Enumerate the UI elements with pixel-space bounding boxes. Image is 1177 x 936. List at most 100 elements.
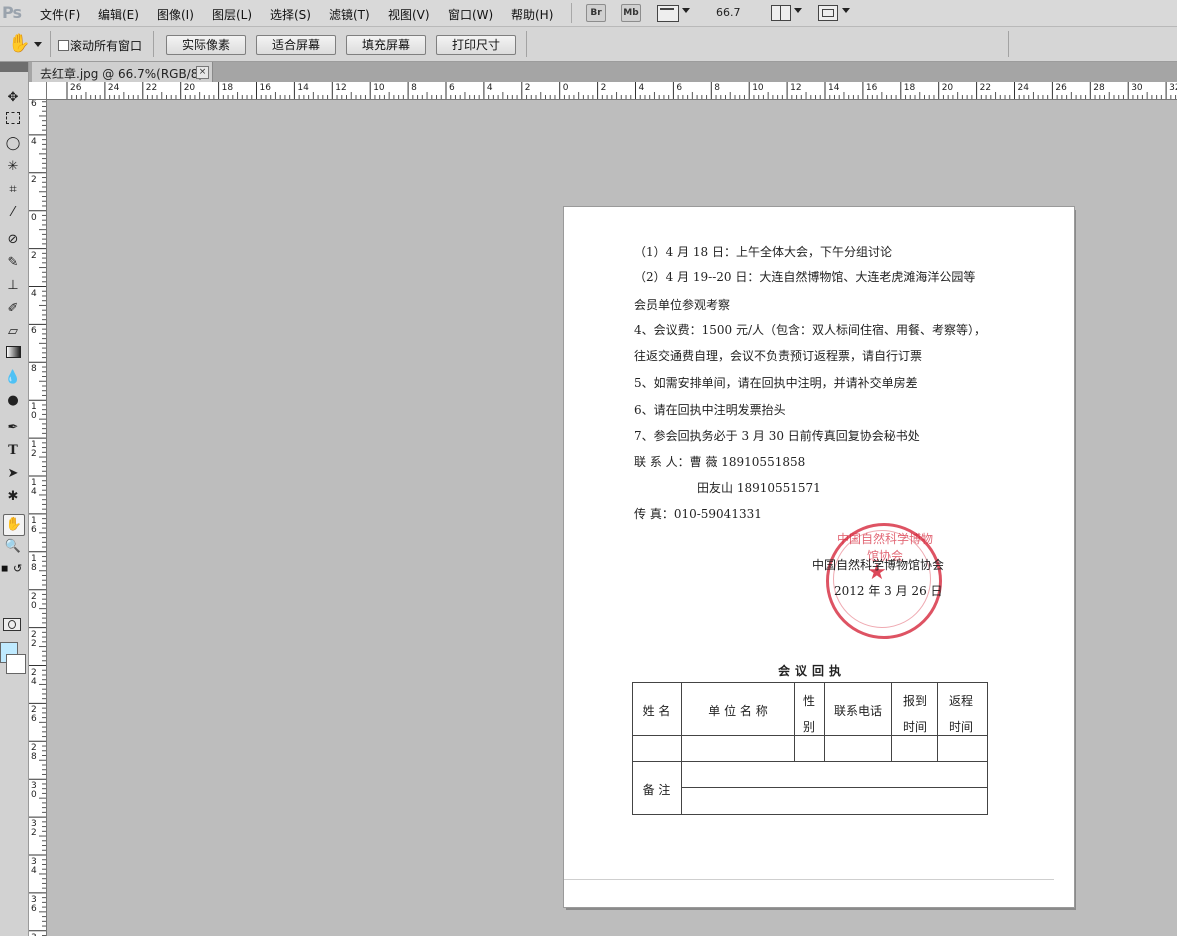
menu-filter[interactable]: 滤镜(T) (329, 6, 370, 23)
print-size-button[interactable]: 打印尺寸 (436, 35, 516, 55)
gradient-icon[interactable] (3, 345, 23, 365)
menu-image[interactable]: 图像(I) (157, 6, 194, 23)
menu-file[interactable]: 文件(F) (40, 6, 80, 23)
crop-icon[interactable]: ⌗ (3, 180, 23, 200)
signature-date: 2012 年 3 月 26 日 (834, 584, 943, 598)
ruler-label: 14 (297, 83, 309, 93)
ruler-label: 14 (31, 478, 37, 497)
path-selection-icon[interactable]: ➤ (3, 464, 23, 484)
scroll-all-windows-checkbox[interactable] (58, 40, 69, 51)
view-extras-icon[interactable] (657, 5, 679, 22)
toolbox-header[interactable] (0, 62, 28, 72)
fill-screen-button[interactable]: 填充屏幕 (346, 35, 426, 55)
ruler-label: 18 (31, 553, 37, 573)
menu-window[interactable]: 窗口(W) (448, 6, 493, 23)
mini-bridge-button[interactable]: Mb (621, 4, 641, 22)
ruler-label: 0 (31, 212, 37, 223)
horizontal-ruler[interactable]: 26 24 22 20 18 16 14 12 10 8 6 4 2 0 2 4 6 8 10 12 14 16 18 20 2… (29, 82, 1177, 100)
ruler-label: 10 (373, 83, 385, 93)
menu-layer[interactable]: 图层(L) (212, 6, 252, 23)
menu-edit[interactable]: 编辑(E) (98, 6, 139, 23)
doc-line: 会员单位参观考察 (634, 298, 731, 312)
ruler-label: 30 (1131, 83, 1143, 93)
clone-stamp-icon[interactable]: ⊥ (3, 276, 23, 296)
red-seal-stamp: 中国自然科学博物馆协会 ★ (826, 523, 942, 639)
ruler-label: 20 (183, 83, 196, 93)
actual-pixels-button[interactable]: 实际像素 (166, 35, 246, 55)
eyedropper-icon[interactable]: ⁄ (3, 203, 23, 223)
ruler-label: 16 (865, 83, 878, 93)
hand-icon[interactable]: ✋ (3, 514, 25, 536)
chevron-down-icon[interactable] (34, 42, 42, 47)
doc-line: 往返交通费自理，会议不负责预订返程票，请自行订票 (634, 349, 923, 363)
table-remark-label: 备 注 (642, 783, 671, 797)
type-icon[interactable]: T (3, 441, 23, 461)
brush-icon[interactable]: ✎ (3, 253, 23, 273)
chevron-down-icon[interactable] (794, 8, 802, 13)
ruler-label: 6 (31, 326, 37, 337)
eraser-icon[interactable]: ▱ (3, 322, 23, 342)
ruler-label: 20 (31, 591, 37, 611)
chevron-down-icon[interactable] (842, 8, 850, 13)
default-colors-icon[interactable]: ◼ (1, 564, 8, 574)
ruler-label: 6 (449, 83, 455, 93)
background-color-swatch[interactable] (6, 654, 26, 674)
document-tab[interactable]: 去红章.jpg @ 66.7%(RGB/8) × (32, 62, 213, 82)
ruler-label: 4 (31, 288, 37, 299)
ruler-label: 2 (524, 83, 531, 93)
move-icon[interactable]: ✥ (3, 88, 23, 108)
ruler-label: 32 (31, 819, 37, 839)
menu-bar: Ps 文件(F) 编辑(E) 图像(I) 图层(L) 选择(S) 滤镜(T) 视… (0, 0, 1177, 27)
ruler-label: 12 (335, 83, 347, 93)
blur-icon[interactable]: 💧 (3, 368, 23, 388)
pen-icon[interactable]: ✒ (3, 418, 23, 438)
ruler-label: 22 (31, 629, 37, 649)
lasso-icon[interactable]: ◯ (3, 134, 23, 154)
ruler-label: 2 (600, 83, 607, 93)
ruler-origin[interactable] (29, 82, 47, 100)
doc-line: 4、会议费：1500 元/人（包含：双人标间住宿、用餐、考察等）， (634, 323, 987, 337)
ruler-label: 28 (1093, 83, 1105, 93)
fit-screen-button[interactable]: 适合屏幕 (256, 35, 336, 55)
bridge-button[interactable]: Br (586, 4, 606, 22)
ruler-label: 32 (1169, 83, 1177, 93)
screen-mode-icon[interactable] (818, 5, 838, 21)
arrange-documents-icon[interactable] (771, 5, 791, 21)
menu-view[interactable]: 视图(V) (388, 6, 430, 23)
toolbox: ✥ ◯ ✳ ⌗ ⁄ ⊘ ✎ ⊥ ✐ ▱ 💧 ● ✒ T ➤ ✱ ✋ 🔍 ◼ ↺ (0, 62, 29, 936)
zoom-icon[interactable]: 🔍 (3, 537, 23, 557)
ruler-label: 22 (145, 83, 158, 93)
hand-tool-preset-icon[interactable]: ✋ (8, 33, 30, 54)
table-header: 返程时间 (948, 694, 973, 734)
ruler-label: 2 (31, 174, 37, 185)
options-separator (1008, 31, 1009, 57)
ruler-label: 22 (979, 83, 992, 93)
menu-select[interactable]: 选择(S) (270, 6, 311, 23)
magic-wand-icon[interactable]: ✳ (3, 157, 23, 177)
doc-line: 7、参会回执务必于 3 月 30 日前传真回复协会秘书处 (634, 429, 920, 443)
ruler-label: 8 (31, 364, 37, 375)
table-header: 报到时间 (902, 694, 927, 734)
close-icon[interactable]: × (196, 66, 209, 79)
ruler-label: 12 (31, 440, 37, 460)
table-header: 性别 (802, 694, 815, 734)
history-brush-icon[interactable]: ✐ (3, 299, 23, 319)
healing-brush-icon[interactable]: ⊘ (3, 230, 23, 250)
chevron-down-icon[interactable] (682, 8, 690, 13)
document-canvas[interactable]: （1）4 月 18 日：上午全体大会，下午分组讨论 （2）4 月 19--20 … (563, 206, 1075, 908)
doc-line: 联 系 人：曹 薇 18910551858 (634, 455, 806, 469)
quick-mask-icon[interactable] (3, 618, 21, 631)
vertical-ruler[interactable]: 6420246810121416182022242628303234363 (29, 99, 47, 936)
zoom-level[interactable]: 66.7 (716, 6, 741, 19)
options-bar: ✋ 滚动所有窗口 实际像素 适合屏幕 填充屏幕 打印尺寸 (0, 27, 1177, 62)
dodge-icon[interactable]: ● (3, 391, 23, 411)
swap-colors-icon[interactable]: ↺ (13, 562, 22, 575)
ruler-label: 2 (31, 250, 37, 261)
ruler-label: 24 (107, 83, 120, 93)
menu-help[interactable]: 帮助(H) (511, 6, 553, 23)
shape-icon[interactable]: ✱ (3, 487, 23, 507)
doc-line: （2）4 月 19--20 日：大连自然博物馆、大连老虎滩海洋公园等 (634, 270, 976, 284)
ruler-label: 20 (941, 83, 954, 93)
marquee-icon[interactable] (3, 111, 23, 131)
photoshop-logo: Ps (2, 3, 22, 22)
